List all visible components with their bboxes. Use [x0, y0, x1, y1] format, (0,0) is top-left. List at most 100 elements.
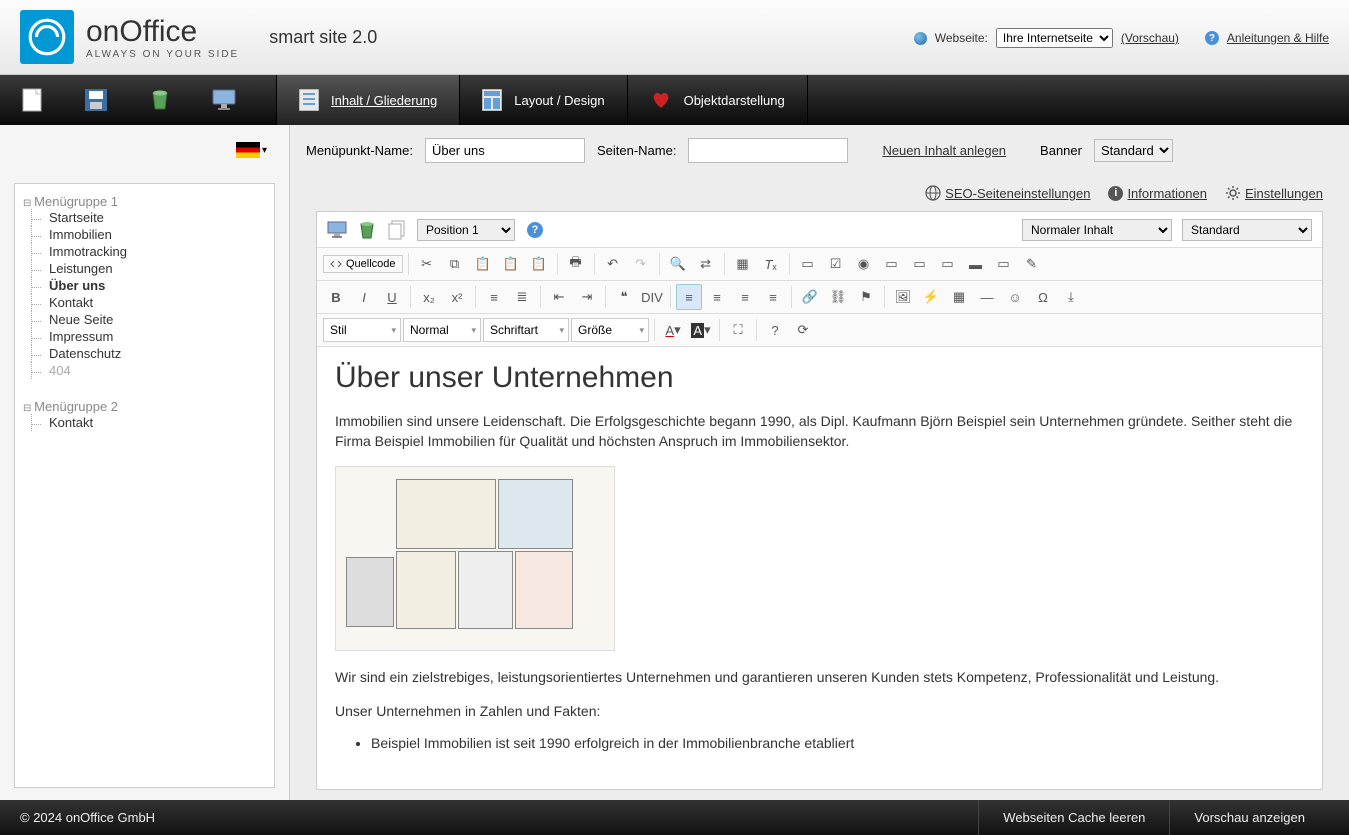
tree-item[interactable]: Immobilien: [23, 226, 266, 243]
copy-button[interactable]: ⧉: [442, 251, 468, 277]
settings-link[interactable]: Einstellungen: [1245, 186, 1323, 201]
page-name-input[interactable]: [688, 138, 848, 163]
tree-item[interactable]: Kontakt: [23, 414, 266, 431]
outdent-button[interactable]: ⇤: [546, 284, 572, 310]
cut-button[interactable]: ✂: [414, 251, 440, 277]
print-button[interactable]: 🖶: [563, 251, 589, 277]
checkbox-button[interactable]: ☑: [823, 251, 849, 277]
language-selector[interactable]: ▾: [0, 125, 289, 175]
select-button[interactable]: ▭: [935, 251, 961, 277]
textarea-button[interactable]: ▭: [907, 251, 933, 277]
form-button[interactable]: ▭: [795, 251, 821, 277]
button-button[interactable]: ▬: [963, 251, 989, 277]
selectall-button[interactable]: ▦: [730, 251, 756, 277]
page-tree: Menügruppe 1 StartseiteImmobilienImmotra…: [14, 183, 275, 788]
tree-item[interactable]: Immotracking: [23, 243, 266, 260]
unlink-button[interactable]: ⛓: [825, 284, 851, 310]
help-link[interactable]: Anleitungen & Hilfe: [1227, 31, 1329, 45]
imagebutton-button[interactable]: ▭: [991, 251, 1017, 277]
tree-item[interactable]: Startseite: [23, 209, 266, 226]
preview-button[interactable]: Vorschau anzeigen: [1169, 800, 1329, 835]
preview-link[interactable]: (Vorschau): [1121, 31, 1179, 45]
new-content-link[interactable]: Neuen Inhalt anlegen: [882, 143, 1006, 158]
subscript-button[interactable]: x₂: [416, 284, 442, 310]
monitor-button[interactable]: [192, 75, 256, 125]
banner-select[interactable]: Standard: [1094, 139, 1173, 162]
table-button[interactable]: ▦: [946, 284, 972, 310]
help-small-button[interactable]: ?: [525, 220, 545, 240]
anchor-button[interactable]: ⚑: [853, 284, 879, 310]
radio-button[interactable]: ◉: [851, 251, 877, 277]
blockquote-button[interactable]: ❝: [611, 284, 637, 310]
bold-button[interactable]: B: [323, 284, 349, 310]
smiley-button[interactable]: ☺: [1002, 284, 1028, 310]
textfield-button[interactable]: ▭: [879, 251, 905, 277]
nav-layout[interactable]: Layout / Design: [460, 75, 626, 125]
size-select[interactable]: Größe: [571, 318, 649, 342]
numberlist-button[interactable]: ≡: [481, 284, 507, 310]
editor-content[interactable]: Über unser Unternehmen Immobilien sind u…: [317, 347, 1322, 789]
paste-text-button[interactable]: 📋: [498, 251, 524, 277]
copy-pages-button[interactable]: [387, 220, 407, 240]
find-button[interactable]: 🔍: [665, 251, 691, 277]
align-right-button[interactable]: ≡: [732, 284, 758, 310]
tree-item[interactable]: Impressum: [23, 328, 266, 345]
save-button[interactable]: [64, 75, 128, 125]
monitor-small-button[interactable]: [327, 220, 347, 240]
align-justify-button[interactable]: ≡: [760, 284, 786, 310]
trash-button[interactable]: [128, 75, 192, 125]
info-link[interactable]: Informationen: [1127, 186, 1207, 201]
bgcolor-button[interactable]: A▾: [688, 317, 714, 343]
about-button[interactable]: ?: [762, 317, 788, 343]
menu-name-input[interactable]: [425, 138, 585, 163]
align-left-button[interactable]: ≡: [676, 284, 702, 310]
tree-item[interactable]: Neue Seite: [23, 311, 266, 328]
clear-cache-button[interactable]: Webseiten Cache leeren: [978, 800, 1169, 835]
hr-button[interactable]: —: [974, 284, 1000, 310]
redo-button[interactable]: ↷: [628, 251, 654, 277]
paste-button[interactable]: 📋: [470, 251, 496, 277]
trash-small-button[interactable]: [357, 220, 377, 240]
superscript-button[interactable]: x²: [444, 284, 470, 310]
tree-item[interactable]: 404: [23, 362, 266, 379]
specialchar-button[interactable]: Ω: [1030, 284, 1056, 310]
format-select[interactable]: Normal: [403, 318, 481, 342]
position-select[interactable]: Position 1: [417, 219, 515, 241]
tree-group-2[interactable]: Menügruppe 2: [23, 399, 266, 414]
pagebreak-button[interactable]: ⤓: [1058, 284, 1084, 310]
flash-button[interactable]: ⚡: [918, 284, 944, 310]
textcolor-button[interactable]: A▾: [660, 317, 686, 343]
link-button[interactable]: 🔗: [797, 284, 823, 310]
content-type-select[interactable]: Normaler Inhalt: [1022, 219, 1172, 241]
indent-button[interactable]: ⇥: [574, 284, 600, 310]
tree-group-1[interactable]: Menügruppe 1: [23, 194, 266, 209]
template-select[interactable]: Standard: [1182, 219, 1312, 241]
seo-settings-link[interactable]: SEO-Seiteneinstellungen: [945, 186, 1090, 201]
paste-word-button[interactable]: 📋: [526, 251, 552, 277]
italic-button[interactable]: I: [351, 284, 377, 310]
removeformat-button[interactable]: Tₓ: [758, 251, 784, 277]
bulletlist-button[interactable]: ≣: [509, 284, 535, 310]
new-page-button[interactable]: [0, 75, 64, 125]
align-center-button[interactable]: ≡: [704, 284, 730, 310]
tree-item[interactable]: Datenschutz: [23, 345, 266, 362]
image-button[interactable]: 🖼: [890, 284, 916, 310]
style-select[interactable]: Stil: [323, 318, 401, 342]
div-button[interactable]: DIV: [639, 284, 665, 310]
tree-item[interactable]: Kontakt: [23, 294, 266, 311]
website-select[interactable]: Ihre Internetseite: [996, 28, 1113, 48]
tree-item[interactable]: Über uns: [23, 277, 266, 294]
undo-button[interactable]: ↶: [600, 251, 626, 277]
refresh-button[interactable]: ⟳: [790, 317, 816, 343]
content-li1: Beispiel Immobilien ist seit 1990 erfolg…: [371, 735, 1304, 751]
underline-button[interactable]: U: [379, 284, 405, 310]
hiddenfield-button[interactable]: ✎: [1019, 251, 1045, 277]
source-button[interactable]: Quellcode: [323, 255, 403, 273]
maximize-button[interactable]: ⛶: [725, 317, 751, 343]
tree-item[interactable]: Leistungen: [23, 260, 266, 277]
replace-button[interactable]: ⇄: [693, 251, 719, 277]
editor-top-bar: Position 1 ? Normaler Inhalt Standard: [317, 212, 1322, 248]
font-select[interactable]: Schriftart: [483, 318, 569, 342]
nav-content[interactable]: Inhalt / Gliederung: [277, 75, 459, 125]
nav-objects[interactable]: Objektdarstellung: [628, 75, 807, 125]
